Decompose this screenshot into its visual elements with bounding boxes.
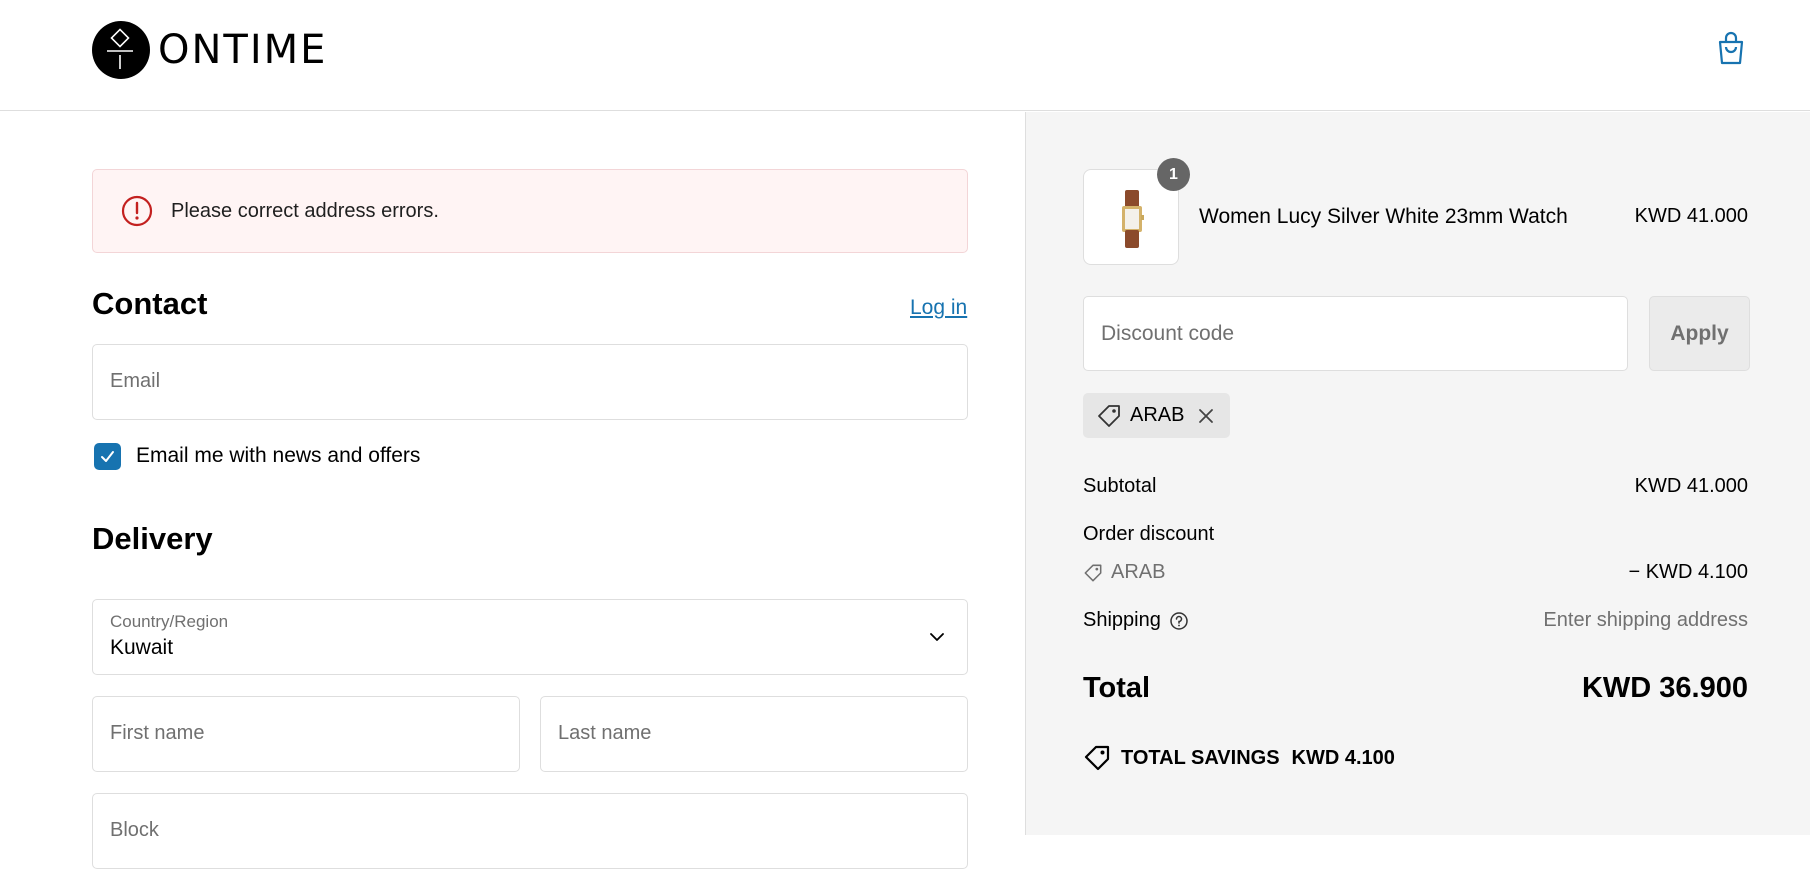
tag-icon [1084, 564, 1102, 581]
discount-placeholder: Discount code [1101, 322, 1235, 345]
apply-button[interactable]: Apply [1649, 296, 1750, 371]
delivery-heading: Delivery [92, 521, 213, 556]
discount-code-row: ARAB [1083, 561, 1165, 584]
checkout-header: ONTIME [0, 0, 1810, 111]
checkout-form: Please correct address errors. Contact L… [0, 112, 1025, 869]
order-discount-label: Order discount [1083, 523, 1215, 545]
total-savings: TOTAL SAVINGS KWD 4.100 [1083, 744, 1395, 772]
block-field[interactable]: Block [92, 793, 968, 869]
order-summary: 1 Women Lucy Silver White 23mm Watch KWD… [1025, 112, 1810, 835]
subtotal-value: KWD 41.000 [1634, 475, 1748, 497]
applied-discount-tag: ARAB [1083, 393, 1230, 438]
country-select[interactable]: Country/Region Kuwait [92, 599, 968, 675]
last-name-placeholder: Last name [558, 722, 652, 744]
savings-tag-icon [1084, 745, 1110, 771]
last-name-field[interactable]: Last name [540, 696, 968, 772]
first-name-field[interactable]: First name [92, 696, 520, 772]
store-logo[interactable]: ONTIME [92, 21, 327, 79]
discount-value: − KWD 4.100 [1628, 561, 1748, 583]
login-link[interactable]: Log in [910, 296, 967, 320]
logo-mark-icon [92, 21, 150, 79]
shopping-bag-icon[interactable] [1716, 30, 1746, 66]
subtotal-label: Subtotal [1083, 475, 1157, 497]
checkmark-icon [101, 451, 114, 462]
email-placeholder: Email [110, 370, 161, 392]
savings-value: KWD 4.100 [1291, 746, 1395, 769]
help-circle-icon[interactable] [1169, 611, 1189, 631]
quantity-badge: 1 [1157, 158, 1190, 191]
news-checkbox[interactable] [94, 443, 121, 470]
discount-code-field[interactable]: Discount code [1083, 296, 1628, 371]
logo-text: ONTIME [158, 27, 328, 73]
shipping-label: Shipping [1083, 609, 1161, 631]
product-price: KWD 41.000 [1634, 205, 1748, 227]
total-label: Total [1083, 672, 1151, 704]
tag-icon [1098, 404, 1120, 427]
total-value: KWD 36.900 [1581, 672, 1748, 704]
close-icon[interactable] [1196, 406, 1216, 426]
product-name: Women Lucy Silver White 23mm Watch [1199, 205, 1568, 228]
savings-label: TOTAL SAVINGS [1121, 746, 1280, 769]
country-label: Country/Region [110, 612, 229, 631]
error-banner: Please correct address errors. [92, 169, 968, 253]
contact-heading: Contact [92, 286, 208, 321]
news-checkbox-label[interactable]: Email me with news and offers [136, 444, 420, 468]
error-message: Please correct address errors. [171, 199, 439, 222]
chevron-down-icon [930, 633, 944, 641]
applied-code-text: ARAB [1130, 404, 1185, 426]
shipping-value: Enter shipping address [1543, 609, 1748, 631]
country-value: Kuwait [110, 636, 174, 659]
shipping-row: Shipping [1083, 609, 1189, 632]
email-field[interactable]: Email [92, 344, 968, 420]
discount-code-label: ARAB [1111, 561, 1166, 583]
block-placeholder: Block [110, 819, 159, 841]
first-name-placeholder: First name [110, 722, 205, 744]
error-circle-icon [121, 195, 153, 227]
